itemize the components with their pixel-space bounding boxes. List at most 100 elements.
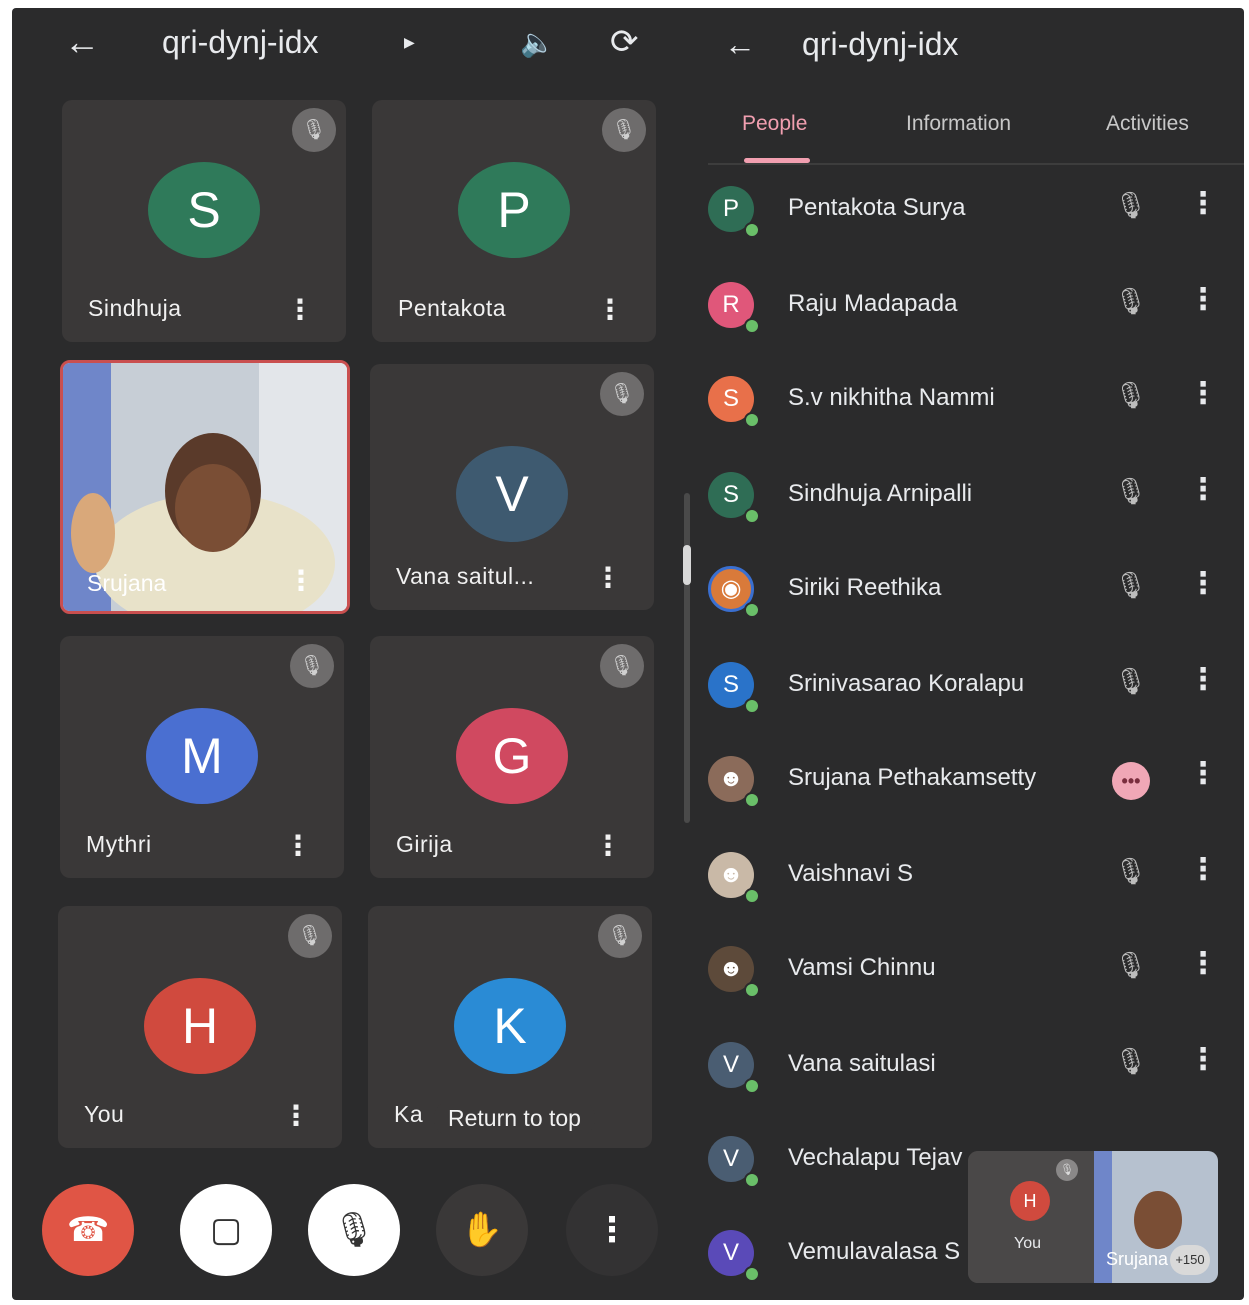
mic-off-icon: 🎙 <box>292 108 336 152</box>
person-name: Vamsi Chinnu <box>788 954 936 981</box>
online-status-dot <box>744 222 760 238</box>
participant-name: Girija <box>396 831 453 857</box>
participant-count-badge: +150 <box>1170 1245 1210 1275</box>
list-item[interactable]: S S.v nikhitha Nammi 🎙 ⋮ <box>702 354 1244 448</box>
back-arrow-icon[interactable]: ← <box>724 26 756 63</box>
person-name: Sindhuja Arnipalli <box>788 480 973 507</box>
more-vert-icon[interactable]: ⋮ <box>1188 472 1218 507</box>
person-name: Srinivasarao Koralapu <box>788 670 1025 697</box>
participant-tile[interactable]: 🎙 S Sindhuja ⋮ <box>62 100 346 342</box>
participant-name: Pentakota <box>398 295 507 321</box>
online-status-dot <box>744 318 760 334</box>
mic-off-icon: 🎙 <box>1114 380 1148 410</box>
mic-off-icon: 🎙 <box>1114 666 1148 696</box>
mic-off-icon: 🎙 <box>1114 476 1148 506</box>
more-vert-icon[interactable]: ⋮ <box>1188 376 1218 411</box>
mic-off-icon: 🎙 <box>1114 950 1148 980</box>
participant-tile[interactable]: 🎙 H You ⋮ <box>58 906 342 1148</box>
more-vert-icon[interactable]: ⋮ <box>287 564 315 597</box>
participant-tile[interactable]: 🎙 M Mythri ⋮ <box>60 636 344 878</box>
scrollbar-thumb[interactable] <box>683 545 691 585</box>
avatar: P <box>458 162 570 258</box>
more-vert-icon[interactable]: ⋮ <box>1188 946 1218 981</box>
list-item[interactable]: S Srinivasarao Koralapu 🎙 ⋮ <box>702 640 1244 734</box>
person-name: Raju Madapada <box>788 290 958 317</box>
list-item[interactable]: ☻ Srujana Pethakamsetty ••• ⋮ <box>702 734 1244 828</box>
tab-activities[interactable]: Activities <box>1106 112 1189 136</box>
participant-tile[interactable]: 🎙 G Girija ⋮ <box>370 636 654 878</box>
end-call-button[interactable]: ☎ <box>42 1184 134 1276</box>
list-item[interactable]: ◉ Siriki Reethika 🎙 ⋮ <box>702 544 1244 638</box>
return-to-top-button[interactable]: Return to top <box>434 1101 595 1136</box>
participant-tile[interactable]: 🎙 P Pentakota ⋮ <box>372 100 656 342</box>
mic-off-icon: 🎙 <box>288 914 332 958</box>
participant-tile[interactable]: 🎙 K Ka Return to top <box>368 906 652 1148</box>
mic-off-icon: 🎙 <box>600 372 644 416</box>
mic-off-icon: 🎙 <box>1114 190 1148 220</box>
mic-off-icon: 🎙 <box>1114 856 1148 886</box>
speaking-indicator-icon: ••• <box>1112 762 1150 800</box>
participant-video-tile[interactable]: Srujana ⋮ <box>60 360 350 614</box>
self-view-pip[interactable]: H 🎙 You Srujana +150 <box>968 1151 1218 1283</box>
scrollbar-track[interactable] <box>684 493 690 823</box>
meet-screen: ← qri-dynj-idx ▶ 🔈 ⟳ 🎙 S Sindhuja ⋮ 🎙 P … <box>12 8 1244 1300</box>
avatar: K <box>454 978 566 1074</box>
more-vert-icon[interactable]: ⋮ <box>596 293 624 326</box>
meeting-code[interactable]: qri-dynj-idx <box>162 22 318 62</box>
participant-tile[interactable]: 🎙 V Vana saitul... ⋮ <box>370 364 654 610</box>
online-status-dot <box>744 982 760 998</box>
more-vert-icon[interactable]: ⋮ <box>286 293 314 326</box>
panel-title: qri-dynj-idx <box>802 26 959 62</box>
more-vert-icon[interactable]: ⋮ <box>1188 566 1218 601</box>
self-tile: H 🎙 You <box>968 1151 1094 1283</box>
other-video-thumb: Srujana +150 <box>1094 1151 1218 1283</box>
tab-information[interactable]: Information <box>906 112 1011 136</box>
more-vert-icon[interactable]: ⋮ <box>594 829 622 862</box>
list-item[interactable]: P Pentakota Surya 🎙 ⋮ <box>702 164 1244 258</box>
list-item[interactable]: R Raju Madapada 🎙 ⋮ <box>702 260 1244 354</box>
list-item[interactable]: ☻ Vaishnavi S 🎙 ⋮ <box>702 830 1244 924</box>
raise-hand-button[interactable]: ✋ <box>436 1184 528 1276</box>
avatar: V <box>456 446 568 542</box>
online-status-dot <box>744 1078 760 1094</box>
person-name: Vaishnavi S <box>788 860 913 887</box>
person-name: Pentakota Surya <box>788 194 966 221</box>
person-name: S.v nikhitha Nammi <box>788 384 995 411</box>
more-vert-icon[interactable]: ⋮ <box>1188 756 1218 791</box>
more-vert-icon[interactable]: ⋮ <box>282 1099 310 1132</box>
person-name: Siriki Reethika <box>788 574 942 601</box>
online-status-dot <box>744 1266 760 1282</box>
speaker-icon[interactable]: 🔈 <box>520 26 555 59</box>
mic-off-button[interactable]: 🎙 <box>308 1184 400 1276</box>
camera-off-button[interactable]: ▢ <box>180 1184 272 1276</box>
more-vert-icon[interactable]: ⋮ <box>284 829 312 862</box>
person-name: Vechalapu Tejav <box>788 1144 963 1171</box>
more-vert-icon[interactable]: ⋮ <box>1188 186 1218 221</box>
more-vert-icon[interactable]: ⋮ <box>1188 1042 1218 1077</box>
back-arrow-icon[interactable]: ← <box>64 22 104 62</box>
person-name: Vana saitulasi <box>788 1050 936 1077</box>
mic-off-icon: 🎙 <box>290 644 334 688</box>
tab-people[interactable]: People <box>742 112 807 136</box>
participant-name: Sindhuja <box>88 295 182 321</box>
mic-off-icon: 🎙 <box>1114 286 1148 316</box>
flip-camera-icon[interactable]: ⟳ <box>610 22 639 62</box>
more-vert-icon[interactable]: ⋮ <box>1188 662 1218 697</box>
more-vert-icon[interactable]: ⋮ <box>1188 852 1218 887</box>
caret-right-icon[interactable]: ▶ <box>404 34 415 51</box>
online-status-dot <box>744 412 760 428</box>
person-name: Srujana Pethakamsetty <box>788 764 1037 791</box>
mic-off-icon: 🎙 <box>598 914 642 958</box>
participant-name: Srujana <box>1106 1249 1169 1269</box>
more-vert-icon[interactable]: ⋮ <box>594 561 622 594</box>
more-options-button[interactable]: ⋮ <box>566 1184 658 1276</box>
list-item[interactable]: V Vana saitulasi 🎙 ⋮ <box>702 1020 1244 1114</box>
list-item[interactable]: ☻ Vamsi Chinnu 🎙 ⋮ <box>702 924 1244 1018</box>
online-status-dot <box>744 508 760 524</box>
more-vert-icon[interactable]: ⋮ <box>1188 282 1218 317</box>
participant-name: Vana saitul... <box>396 563 535 589</box>
online-status-dot <box>744 698 760 714</box>
list-item[interactable]: S Sindhuja Arnipalli 🎙 ⋮ <box>702 450 1244 544</box>
avatar: H <box>1010 1181 1050 1221</box>
online-status-dot <box>744 602 760 618</box>
